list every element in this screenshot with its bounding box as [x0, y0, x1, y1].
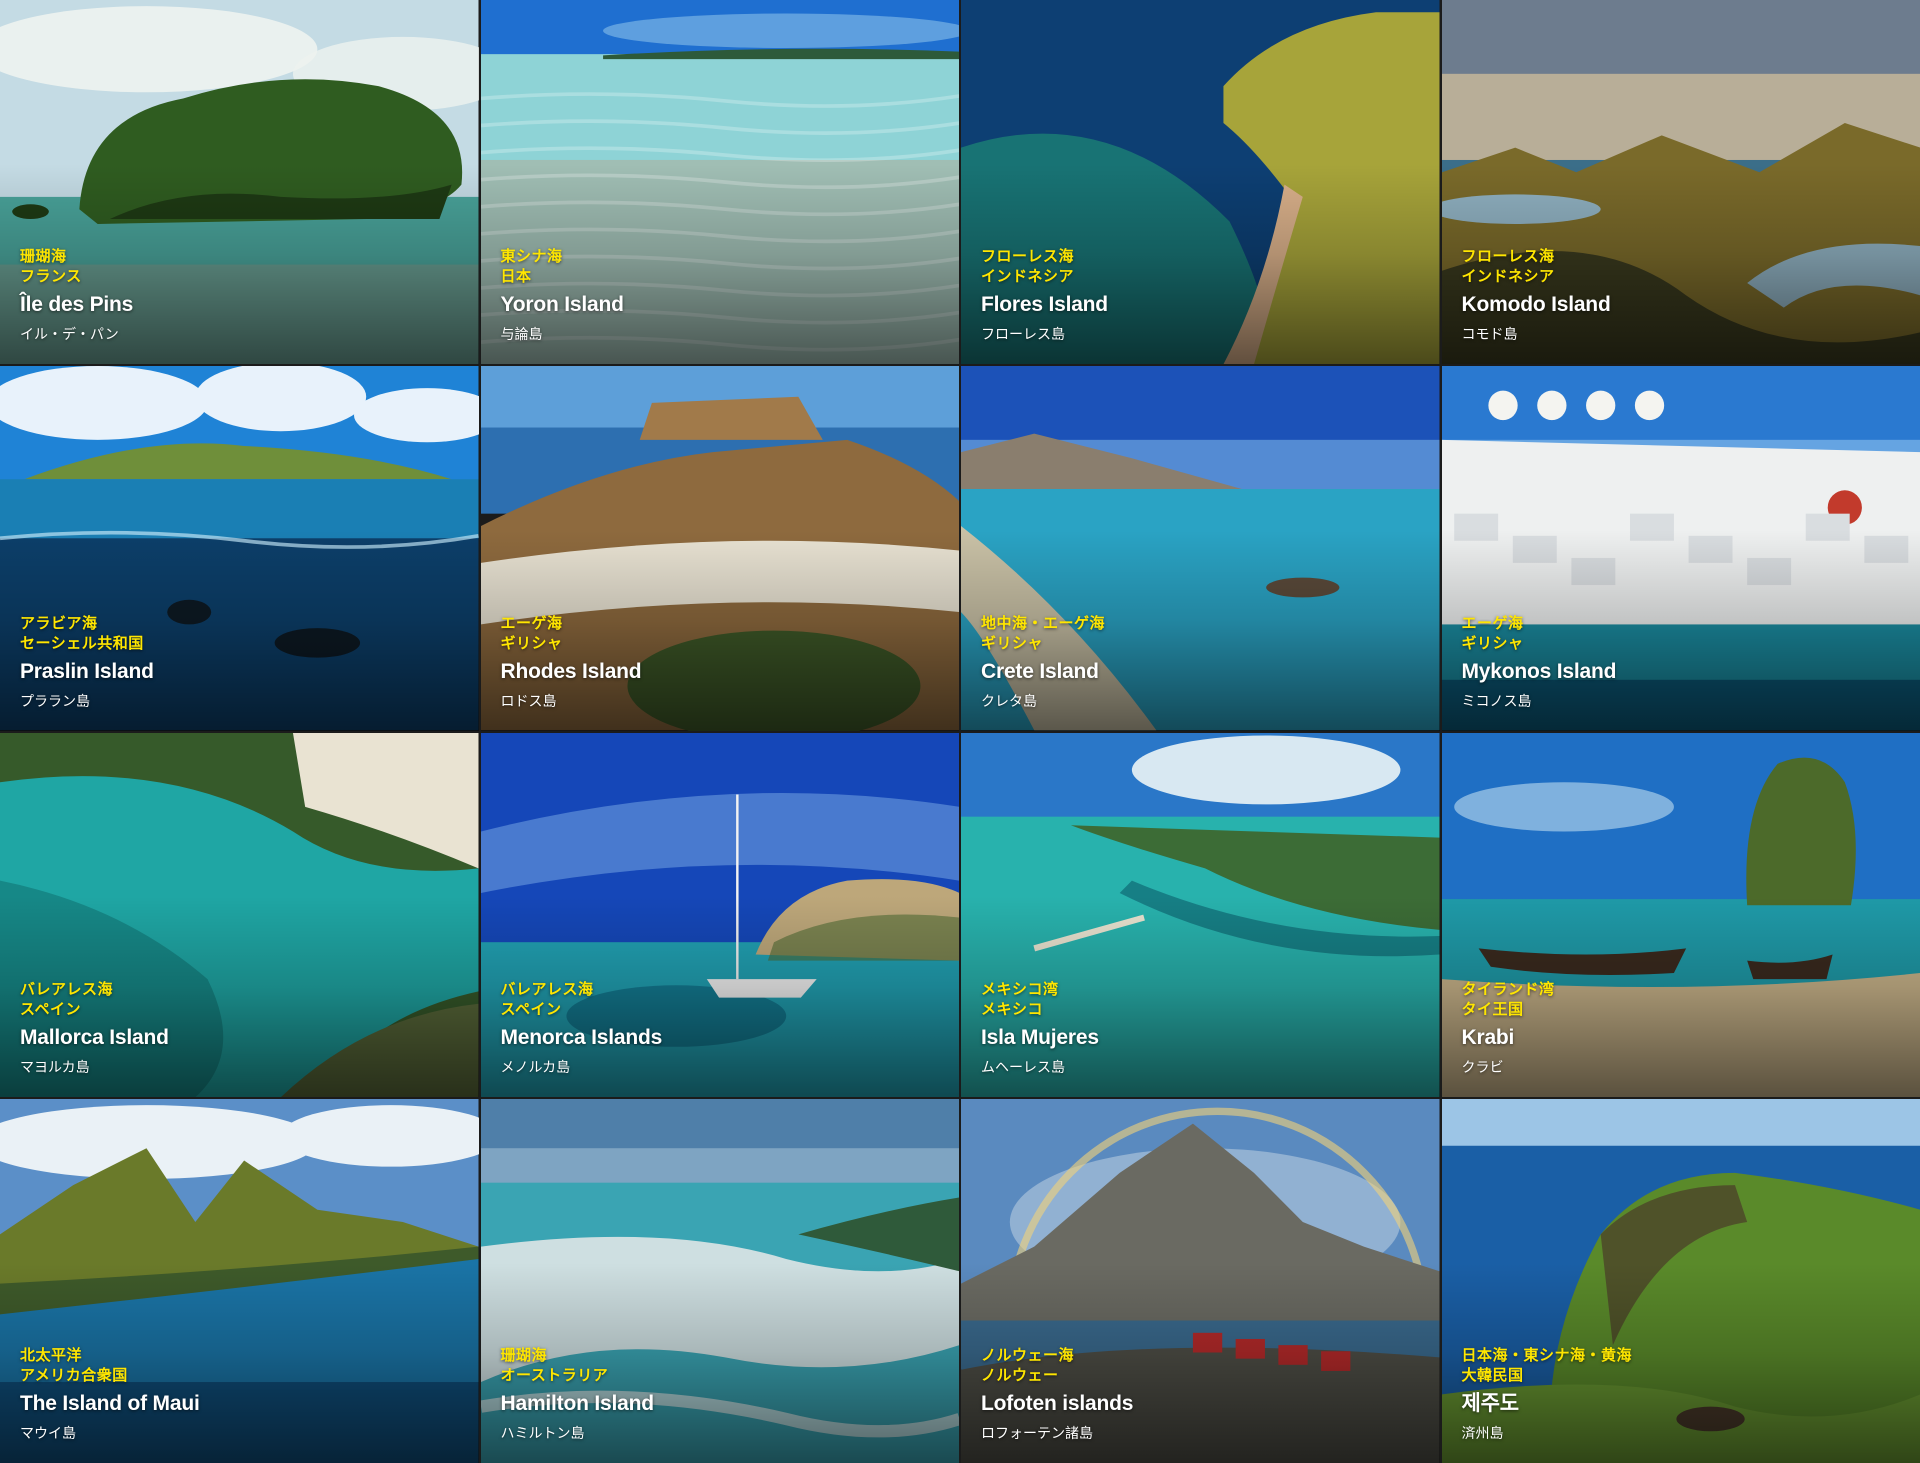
island-caption: バレアレス海 スペイン Mallorca Island マヨルカ島	[20, 979, 467, 1077]
sea-name: エーゲ海	[1461, 613, 1524, 632]
sea-name: バレアレス海	[500, 979, 594, 998]
country-name: スペイン	[500, 999, 562, 1018]
island-caption: エーゲ海 ギリシャ Rhodes Island ロドス島	[501, 613, 948, 711]
island-caption: メキシコ湾 メキシコ Isla Mujeres ムヘーレス島	[981, 979, 1428, 1077]
island-name-japanese: クラビ	[1461, 1059, 1504, 1076]
island-card-le-des-pins[interactable]: 珊瑚海 フランス Île des Pins イル・デ・パン	[0, 0, 479, 365]
island-card-the-island-of-maui[interactable]: 北太平洋 アメリカ合衆国 The Island of Maui マウイ島	[0, 1098, 479, 1463]
island-caption: バレアレス海 スペイン Menorca Islands メノルカ島	[501, 979, 948, 1077]
sea-name: 日本海・東シナ海・黄海	[1461, 1346, 1633, 1364]
island-name: Flores Island	[981, 293, 1108, 317]
island-card-flores-island[interactable]: フローレス海 インドネシア Flores Island フローレス島	[961, 0, 1440, 365]
sea-name: タイランド湾	[1461, 979, 1555, 998]
sea-name: 珊瑚海	[500, 1346, 548, 1364]
island-card-komodo-island[interactable]: フローレス海 インドネシア Komodo Island コモド島	[1441, 0, 1920, 365]
sea-name: バレアレス海	[20, 979, 114, 998]
island-name-japanese: マウイ島	[20, 1426, 76, 1442]
country-name: ギリシャ	[1461, 633, 1524, 652]
sea-name: アラビア海	[20, 613, 98, 632]
island-caption: フローレス海 インドネシア Flores Island フローレス島	[981, 246, 1428, 344]
island-name-japanese: ハミルトン島	[500, 1426, 585, 1442]
island-caption: 珊瑚海 オーストラリア Hamilton Island ハミルトン島	[501, 1345, 948, 1443]
island-caption: エーゲ海 ギリシャ Mykonos Island ミコノス島	[1462, 613, 1909, 711]
sea-name: 地中海・エーゲ海	[981, 613, 1106, 632]
island-card-yoron-island[interactable]: 東シナ海 日本 Yoron Island 与論島	[480, 0, 959, 365]
island-caption: 地中海・エーゲ海 ギリシャ Crete Island クレタ島	[981, 613, 1428, 711]
island-name-japanese: コモド島	[1461, 327, 1518, 344]
island-name: Lofoten islands	[981, 1392, 1134, 1415]
island-name-japanese: ムヘーレス島	[981, 1059, 1065, 1076]
island-name-japanese: ミコノス島	[1461, 693, 1532, 710]
island-caption: アラビア海 セーシェル共和国 Praslin Island プララン島	[20, 613, 467, 711]
island-card-menorca-islands[interactable]: バレアレス海 スペイン Menorca Islands メノルカ島	[480, 732, 959, 1097]
island-caption: 珊瑚海 フランス Île des Pins イル・デ・パン	[20, 246, 467, 344]
island-card-hamilton-island[interactable]: 珊瑚海 オーストラリア Hamilton Island ハミルトン島	[480, 1098, 959, 1463]
country-name: 日本	[500, 267, 532, 286]
island-name: Krabi	[1461, 1025, 1515, 1049]
island-card-praslin-island[interactable]: アラビア海 セーシェル共和国 Praslin Island プララン島	[0, 366, 479, 731]
island-card-mallorca-island[interactable]: バレアレス海 スペイン Mallorca Island マヨルカ島	[0, 732, 479, 1097]
island-card-mykonos-island[interactable]: エーゲ海 ギリシャ Mykonos Island ミコノス島	[1441, 366, 1920, 731]
island-name: Komodo Island	[1461, 293, 1611, 317]
country-name: フランス	[20, 267, 82, 286]
island-name: Crete Island	[981, 659, 1099, 683]
island-name: Mallorca Island	[20, 1025, 169, 1049]
island-card-krabi[interactable]: タイランド湾 タイ王国 Krabi クラビ	[1441, 732, 1920, 1097]
island-caption: 日本海・東シナ海・黄海 大韓民国 제주도 済州島	[1462, 1345, 1909, 1443]
island-name: Île des Pins	[20, 293, 134, 317]
island-name: Menorca Islands	[500, 1025, 663, 1049]
island-name: 제주도	[1461, 1392, 1520, 1415]
sea-name: 東シナ海	[500, 247, 563, 266]
island-name-japanese: 与論島	[500, 327, 543, 344]
island-name-japanese: イル・デ・パン	[20, 327, 119, 344]
country-name: インドネシア	[1461, 267, 1555, 286]
island-name-japanese: マヨルカ島	[20, 1059, 90, 1076]
island-name: Praslin Island	[20, 659, 154, 683]
sea-name: 珊瑚海	[20, 247, 67, 266]
sea-name: メキシコ湾	[981, 979, 1059, 998]
island-caption: ノルウェー海 ノルウェー Lofoten islands ロフォーテン諸島	[981, 1345, 1428, 1443]
island-gallery: 珊瑚海 フランス Île des Pins イル・デ・パン 東シナ海 日本 Yo…	[0, 0, 1920, 1463]
country-name: メキシコ	[981, 999, 1044, 1018]
country-name: オーストラリア	[500, 1366, 609, 1384]
island-name: Rhodes Island	[500, 659, 642, 683]
island-name-japanese: フローレス島	[981, 327, 1065, 344]
island-name: Yoron Island	[500, 293, 624, 317]
island-name: Hamilton Island	[500, 1392, 655, 1415]
sea-name: 北太平洋	[20, 1346, 83, 1364]
country-name: 大韓民国	[1461, 1366, 1524, 1384]
country-name: ノルウェー	[981, 1366, 1059, 1384]
country-name: ギリシャ	[500, 633, 563, 652]
island-name-japanese: ロドス島	[500, 693, 557, 710]
sea-name: フローレス海	[1461, 247, 1555, 266]
country-name: スペイン	[20, 999, 81, 1018]
island-name: The Island of Maui	[20, 1392, 200, 1415]
sea-name: エーゲ海	[500, 613, 563, 632]
country-name: アメリカ合衆国	[20, 1366, 128, 1384]
island-card-[interactable]: 日本海・東シナ海・黄海 大韓民国 제주도 済州島	[1441, 1098, 1920, 1463]
country-name: セーシェル共和国	[20, 633, 144, 652]
island-name-japanese: クレタ島	[981, 693, 1037, 710]
island-card-lofoten-islands[interactable]: ノルウェー海 ノルウェー Lofoten islands ロフォーテン諸島	[961, 1098, 1440, 1463]
country-name: タイ王国	[1461, 999, 1524, 1018]
island-caption: 東シナ海 日本 Yoron Island 与論島	[501, 246, 948, 344]
island-name: Isla Mujeres	[981, 1025, 1099, 1049]
country-name: インドネシア	[981, 267, 1075, 286]
sea-name: フローレス海	[981, 247, 1075, 266]
island-name-japanese: メノルカ島	[500, 1059, 571, 1076]
island-card-rhodes-island[interactable]: エーゲ海 ギリシャ Rhodes Island ロドス島	[480, 366, 959, 731]
island-card-isla-mujeres[interactable]: メキシコ湾 メキシコ Isla Mujeres ムヘーレス島	[961, 732, 1440, 1097]
island-card-crete-island[interactable]: 地中海・エーゲ海 ギリシャ Crete Island クレタ島	[961, 366, 1440, 731]
island-caption: タイランド湾 タイ王国 Krabi クラビ	[1462, 979, 1909, 1077]
island-name-japanese: 済州島	[1461, 1426, 1504, 1442]
island-caption: 北太平洋 アメリカ合衆国 The Island of Maui マウイ島	[20, 1345, 467, 1443]
sea-name: ノルウェー海	[981, 1346, 1075, 1364]
country-name: ギリシャ	[981, 633, 1044, 652]
island-name-japanese: ロフォーテン諸島	[981, 1426, 1093, 1442]
island-name: Mykonos Island	[1461, 659, 1617, 683]
island-name-japanese: プララン島	[20, 693, 90, 710]
island-caption: フローレス海 インドネシア Komodo Island コモド島	[1462, 246, 1909, 344]
